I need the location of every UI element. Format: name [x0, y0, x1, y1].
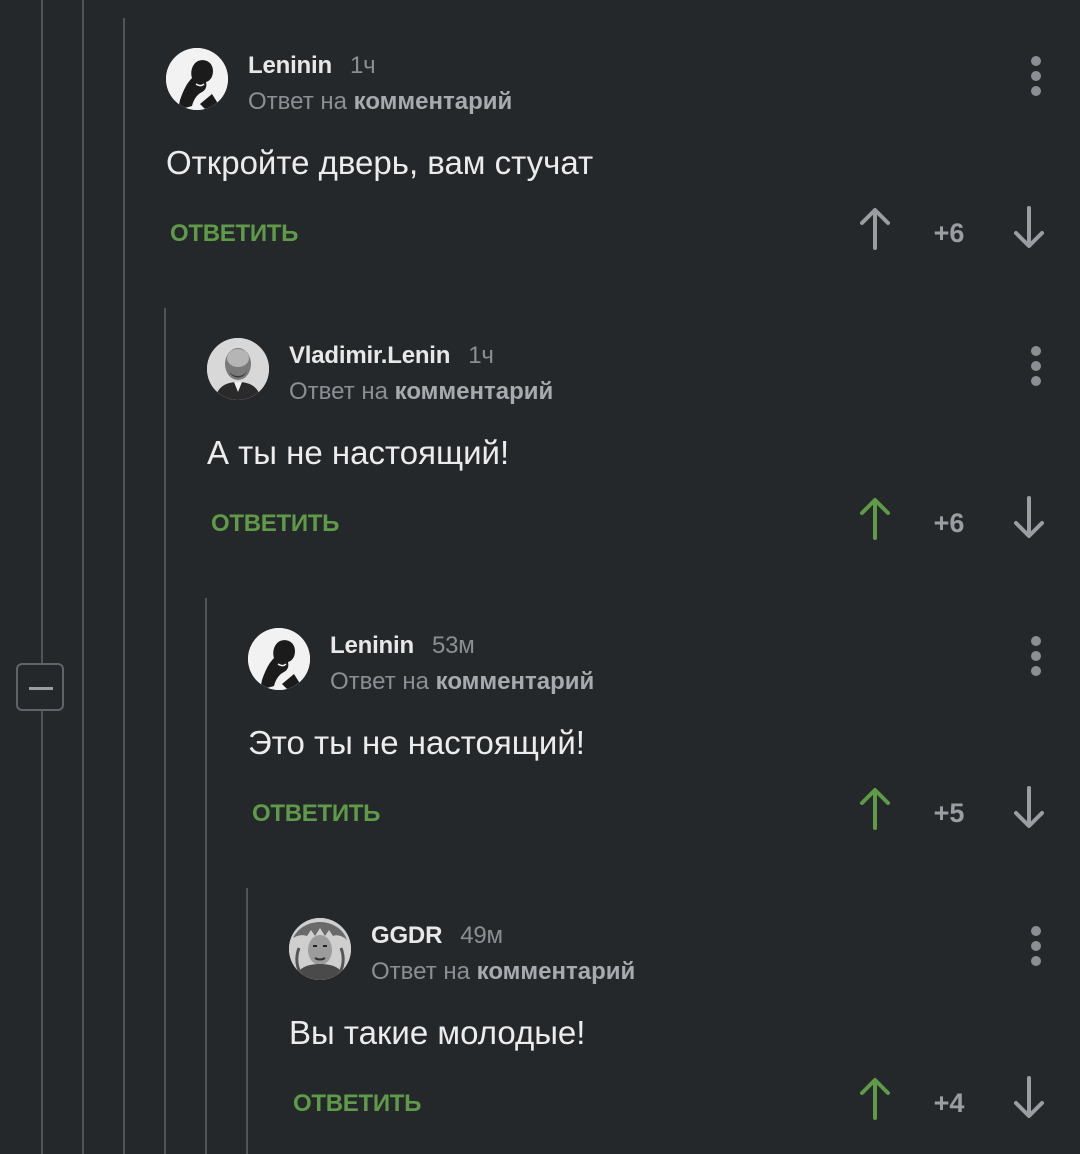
author-name-text: Leninin — [248, 52, 332, 79]
more-options-icon[interactable] — [1026, 346, 1046, 386]
vote-score: +4 — [933, 1088, 965, 1118]
author-name-text: Vladimir.Lenin — [289, 342, 451, 369]
more-options-icon[interactable] — [1026, 636, 1046, 676]
author-name[interactable]: Vladimir.Lenin 1ч — [289, 342, 494, 370]
reply-to-line: Ответ на комментарий — [289, 378, 553, 406]
avatar[interactable] — [248, 628, 310, 690]
downvote-arrow-icon[interactable] — [1012, 1076, 1046, 1120]
timestamp: 49м — [460, 922, 503, 949]
avatar[interactable] — [166, 48, 228, 110]
comment-text: Откройте дверь, вам стучат — [166, 144, 594, 181]
reply-button[interactable]: ОТВЕТИТЬ — [252, 800, 380, 828]
comment-text: А ты не настоящий! — [207, 434, 510, 471]
author-name[interactable]: Leninin 1ч — [248, 52, 376, 80]
comment: Leninin 1ч Ответ на комментарий Откройте … — [166, 48, 1046, 298]
thread-line — [205, 598, 207, 1154]
reply-button[interactable]: ОТВЕТИТЬ — [211, 510, 339, 538]
reply-to-line: Ответ на комментарий — [371, 958, 635, 986]
avatar[interactable] — [289, 918, 351, 980]
author-name-text: Leninin — [330, 632, 414, 659]
reply-to-line: Ответ на комментарий — [248, 88, 512, 116]
author-name[interactable]: GGDR 49м — [371, 922, 503, 950]
avatar[interactable] — [207, 338, 269, 400]
vote-score: +6 — [933, 218, 965, 248]
reply-to-line: Ответ на комментарий — [330, 668, 594, 696]
downvote-arrow-icon[interactable] — [1012, 496, 1046, 540]
reply-button[interactable]: ОТВЕТИТЬ — [170, 220, 298, 248]
reply-prefix: Ответ на — [330, 668, 429, 695]
vote-score: +5 — [933, 798, 965, 828]
collapse-thread-button[interactable] — [16, 663, 64, 711]
reply-button[interactable]: ОТВЕТИТЬ — [293, 1090, 421, 1118]
vote-score: +6 — [933, 508, 965, 538]
parent-comment-link[interactable]: комментарий — [436, 668, 595, 695]
upvote-arrow-icon[interactable] — [858, 496, 892, 540]
upvote-arrow-icon[interactable] — [858, 1076, 892, 1120]
downvote-arrow-icon[interactable] — [1012, 206, 1046, 250]
comment-text: Это ты не настоящий! — [248, 724, 585, 761]
timestamp: 53м — [431, 632, 475, 659]
minus-icon — [29, 687, 53, 690]
lenin-photo-avatar — [207, 338, 269, 400]
comment: Leninin 53м Ответ на комментарий Это ты н… — [248, 628, 1046, 878]
comment-text: Вы такие молодые! — [289, 1014, 586, 1051]
lenin-silhouette-avatar — [248, 628, 310, 690]
reply-prefix: Ответ на — [289, 378, 388, 405]
lenin-silhouette-avatar — [166, 48, 228, 110]
timestamp: 1ч — [468, 342, 494, 369]
downvote-arrow-icon[interactable] — [1012, 786, 1046, 830]
reply-prefix: Ответ на — [248, 88, 347, 115]
parent-comment-link[interactable]: комментарий — [477, 958, 636, 985]
parent-comment-link[interactable]: комментарий — [354, 88, 513, 115]
thread-line — [82, 0, 84, 1154]
thread-line — [123, 18, 125, 1154]
upvote-arrow-icon[interactable] — [858, 786, 892, 830]
more-options-icon[interactable] — [1026, 926, 1046, 966]
comment: Vladimir.Lenin 1ч Ответ на комментарий А … — [207, 338, 1046, 588]
thread-line — [164, 308, 166, 1154]
timestamp: 1ч — [349, 52, 376, 79]
thread-line — [246, 888, 248, 1154]
thread-line — [41, 711, 43, 1154]
thread-line — [41, 0, 43, 663]
author-name-text: GGDR — [371, 922, 443, 949]
more-options-icon[interactable] — [1026, 56, 1046, 96]
parent-comment-link[interactable]: комментарий — [395, 378, 554, 405]
upvote-arrow-icon[interactable] — [858, 206, 892, 250]
author-name[interactable]: Leninin 53м — [330, 632, 475, 660]
reply-prefix: Ответ на — [371, 958, 470, 985]
portrait-avatar — [289, 918, 351, 980]
comment: GGDR 49м Ответ на комментарий Вы такие мо… — [289, 918, 1046, 1154]
